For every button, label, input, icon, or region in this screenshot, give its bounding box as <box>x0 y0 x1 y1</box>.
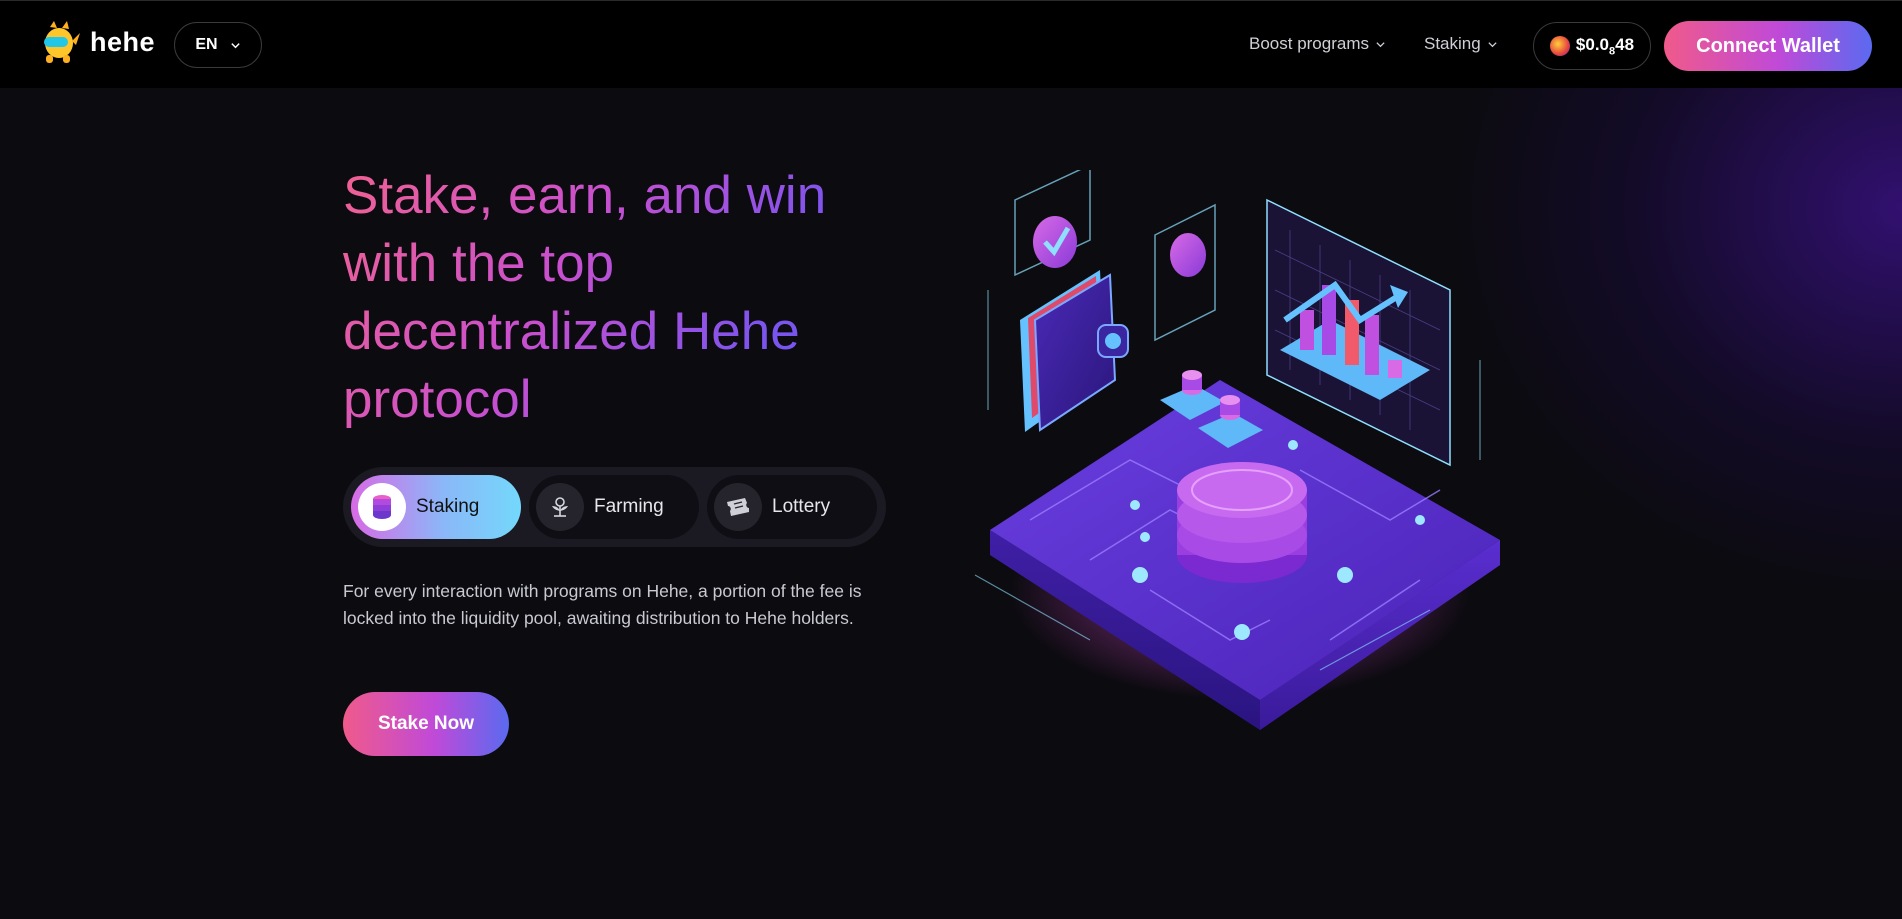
coin-stack-icon <box>358 483 406 531</box>
token-icon <box>1549 36 1570 56</box>
top-navbar: hehe EN Boost programs Staking $0.0848 C… <box>0 0 1902 88</box>
staking-platform-illustration <box>974 170 1500 730</box>
language-label: EN <box>195 36 218 53</box>
tab-staking[interactable]: Staking <box>351 475 521 539</box>
nav-staking-label: Staking <box>1424 34 1481 53</box>
connect-wallet-button[interactable]: Connect Wallet <box>1664 21 1872 71</box>
mascot-logo-icon <box>44 21 80 63</box>
tab-lottery[interactable]: Lottery <box>707 475 877 539</box>
background-glow <box>0 88 1902 919</box>
hero-description: For every interaction with programs on H… <box>343 581 862 628</box>
chevron-down-icon <box>1376 41 1385 47</box>
tab-staking-label: Staking <box>416 496 480 517</box>
language-selector[interactable]: EN <box>174 22 262 68</box>
program-tabs: Staking Farming Lottery <box>343 467 886 547</box>
ticket-icon <box>714 483 762 531</box>
stake-now-button[interactable]: Stake Now <box>343 692 509 756</box>
tab-farming[interactable]: Farming <box>529 475 699 539</box>
tab-lottery-label: Lottery <box>772 496 831 517</box>
nav-staking[interactable]: Staking <box>1424 34 1498 54</box>
logo-text: hehe <box>90 26 156 57</box>
plant-icon <box>536 483 584 531</box>
nav-boost-programs[interactable]: Boost programs <box>1249 34 1386 54</box>
hero-title: Stake, earn, and win with the top decent… <box>343 162 883 434</box>
token-price: $0.0848 <box>1575 34 1635 58</box>
chevron-down-icon <box>1488 41 1497 47</box>
nav-boost-programs-label: Boost programs <box>1249 34 1369 53</box>
brand-logo[interactable]: hehe <box>36 19 155 65</box>
token-price-badge[interactable]: $0.0848 <box>1533 22 1651 70</box>
chevron-down-icon <box>230 42 240 48</box>
tab-farming-label: Farming <box>594 496 664 517</box>
